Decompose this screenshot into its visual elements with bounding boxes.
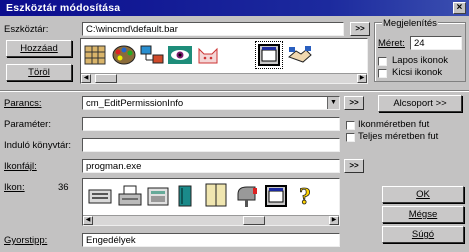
svg-text:?: ? bbox=[299, 184, 311, 208]
toolbar-grid-icon[interactable] bbox=[83, 43, 109, 67]
toolbar-scrollbar[interactable]: ◀ ▶ bbox=[81, 73, 367, 83]
toolbar-browse-button[interactable]: >> bbox=[350, 22, 370, 36]
chevron-down-icon[interactable]: ▼ bbox=[327, 97, 339, 109]
add-button[interactable]: Hozzáad bbox=[6, 40, 72, 57]
size-label: Méret: bbox=[378, 38, 405, 49]
eye-icon[interactable] bbox=[167, 43, 193, 67]
typewriter-icon[interactable] bbox=[117, 184, 143, 208]
subgroup-button[interactable]: Alcsoport >> bbox=[378, 95, 462, 112]
icons-scroll-thumb[interactable] bbox=[243, 216, 265, 225]
small-icons-checkbox[interactable] bbox=[378, 69, 387, 78]
keyboard-icon[interactable] bbox=[87, 184, 113, 208]
scroll-left-arrow-icon[interactable]: ◀ bbox=[83, 216, 93, 225]
iconfile-label: Ikonfájl: bbox=[4, 161, 37, 172]
iconsize-label: Ikonméretben fut bbox=[358, 119, 430, 130]
dialog-window: Eszköztár módosítása × Eszköztár: C:\win… bbox=[0, 0, 469, 252]
cancel-button-label: Mégse bbox=[408, 209, 438, 220]
window-icon[interactable] bbox=[255, 41, 283, 69]
command-value: cm_EditPermissionInfo bbox=[86, 98, 184, 109]
appearance-title: Megjelenítés bbox=[382, 18, 438, 29]
add-button-label: Hozzáad bbox=[20, 43, 58, 54]
scroll-thumb[interactable] bbox=[95, 74, 117, 83]
command-label: Parancs: bbox=[4, 98, 42, 109]
ok-button[interactable]: OK bbox=[382, 186, 464, 203]
tooltip-label: Gyorstipp: bbox=[4, 235, 48, 246]
startdir-field[interactable] bbox=[82, 138, 340, 152]
icons-count: 36 bbox=[58, 182, 69, 193]
startdir-label: Induló könyvtár: bbox=[4, 140, 72, 151]
handshake-icon[interactable] bbox=[287, 43, 313, 67]
iconfile-browse-button[interactable]: >> bbox=[344, 159, 364, 173]
scroll-left-arrow-icon[interactable]: ◀ bbox=[81, 74, 91, 83]
calculator-icon[interactable] bbox=[145, 184, 171, 208]
delete-button[interactable]: Töröl bbox=[6, 64, 72, 81]
toolbar-path-field[interactable]: C:\wincmd\default.bar bbox=[82, 22, 344, 36]
network-icon[interactable] bbox=[139, 43, 165, 67]
scroll-right-arrow-icon[interactable]: ▶ bbox=[357, 74, 367, 83]
scroll-right-arrow-icon[interactable]: ▶ bbox=[329, 216, 339, 225]
window-title: Eszköztár módosítása bbox=[6, 2, 121, 14]
icons-label: Ikon: bbox=[4, 182, 25, 193]
book-icon[interactable] bbox=[173, 184, 199, 208]
question-icon[interactable]: ? bbox=[293, 182, 319, 211]
mailbox-icon[interactable] bbox=[235, 184, 261, 208]
title-bar: Eszköztár módosítása × bbox=[0, 0, 469, 16]
maximized-label: Teljes méretben fut bbox=[358, 131, 439, 142]
iconsize-checkbox[interactable] bbox=[346, 121, 355, 130]
cat-icon[interactable] bbox=[195, 43, 221, 67]
palette-icon[interactable] bbox=[111, 43, 137, 67]
close-button[interactable]: × bbox=[453, 2, 466, 14]
size-label-text: Méret: bbox=[378, 38, 405, 49]
maximized-checkbox[interactable] bbox=[346, 133, 355, 142]
flat-icons-checkbox[interactable] bbox=[378, 57, 387, 66]
toolbar-preview[interactable]: ◀ ▶ bbox=[80, 38, 368, 84]
command-browse-button[interactable]: >> bbox=[344, 96, 364, 110]
size-field[interactable]: 24 bbox=[410, 36, 462, 50]
flat-icons-label: Lapos ikonok bbox=[392, 55, 448, 66]
cancel-button[interactable]: Mégse bbox=[382, 206, 464, 223]
toolbar-label: Eszköztár: bbox=[4, 24, 49, 35]
help-button-label: Súgó bbox=[411, 229, 435, 240]
ok-button-label: OK bbox=[416, 189, 430, 200]
iconfile-field[interactable]: progman.exe bbox=[82, 159, 340, 173]
small-icons-label: Kicsi ikonok bbox=[392, 67, 443, 78]
doors-icon[interactable] bbox=[203, 182, 229, 207]
window-icon[interactable] bbox=[263, 184, 289, 208]
parameter-label: Paraméter: bbox=[4, 119, 51, 130]
delete-button-label: Töröl bbox=[28, 67, 50, 78]
help-button[interactable]: Súgó bbox=[382, 226, 464, 243]
icon-picker[interactable]: ? ◀ ▶ bbox=[82, 178, 340, 226]
icons-scrollbar[interactable]: ◀ ▶ bbox=[83, 215, 339, 225]
parameter-field[interactable] bbox=[82, 117, 340, 131]
command-dropdown[interactable]: cm_EditPermissionInfo ▼ bbox=[82, 96, 340, 110]
divider bbox=[0, 90, 469, 92]
tooltip-field[interactable]: Engedélyek bbox=[82, 233, 340, 247]
